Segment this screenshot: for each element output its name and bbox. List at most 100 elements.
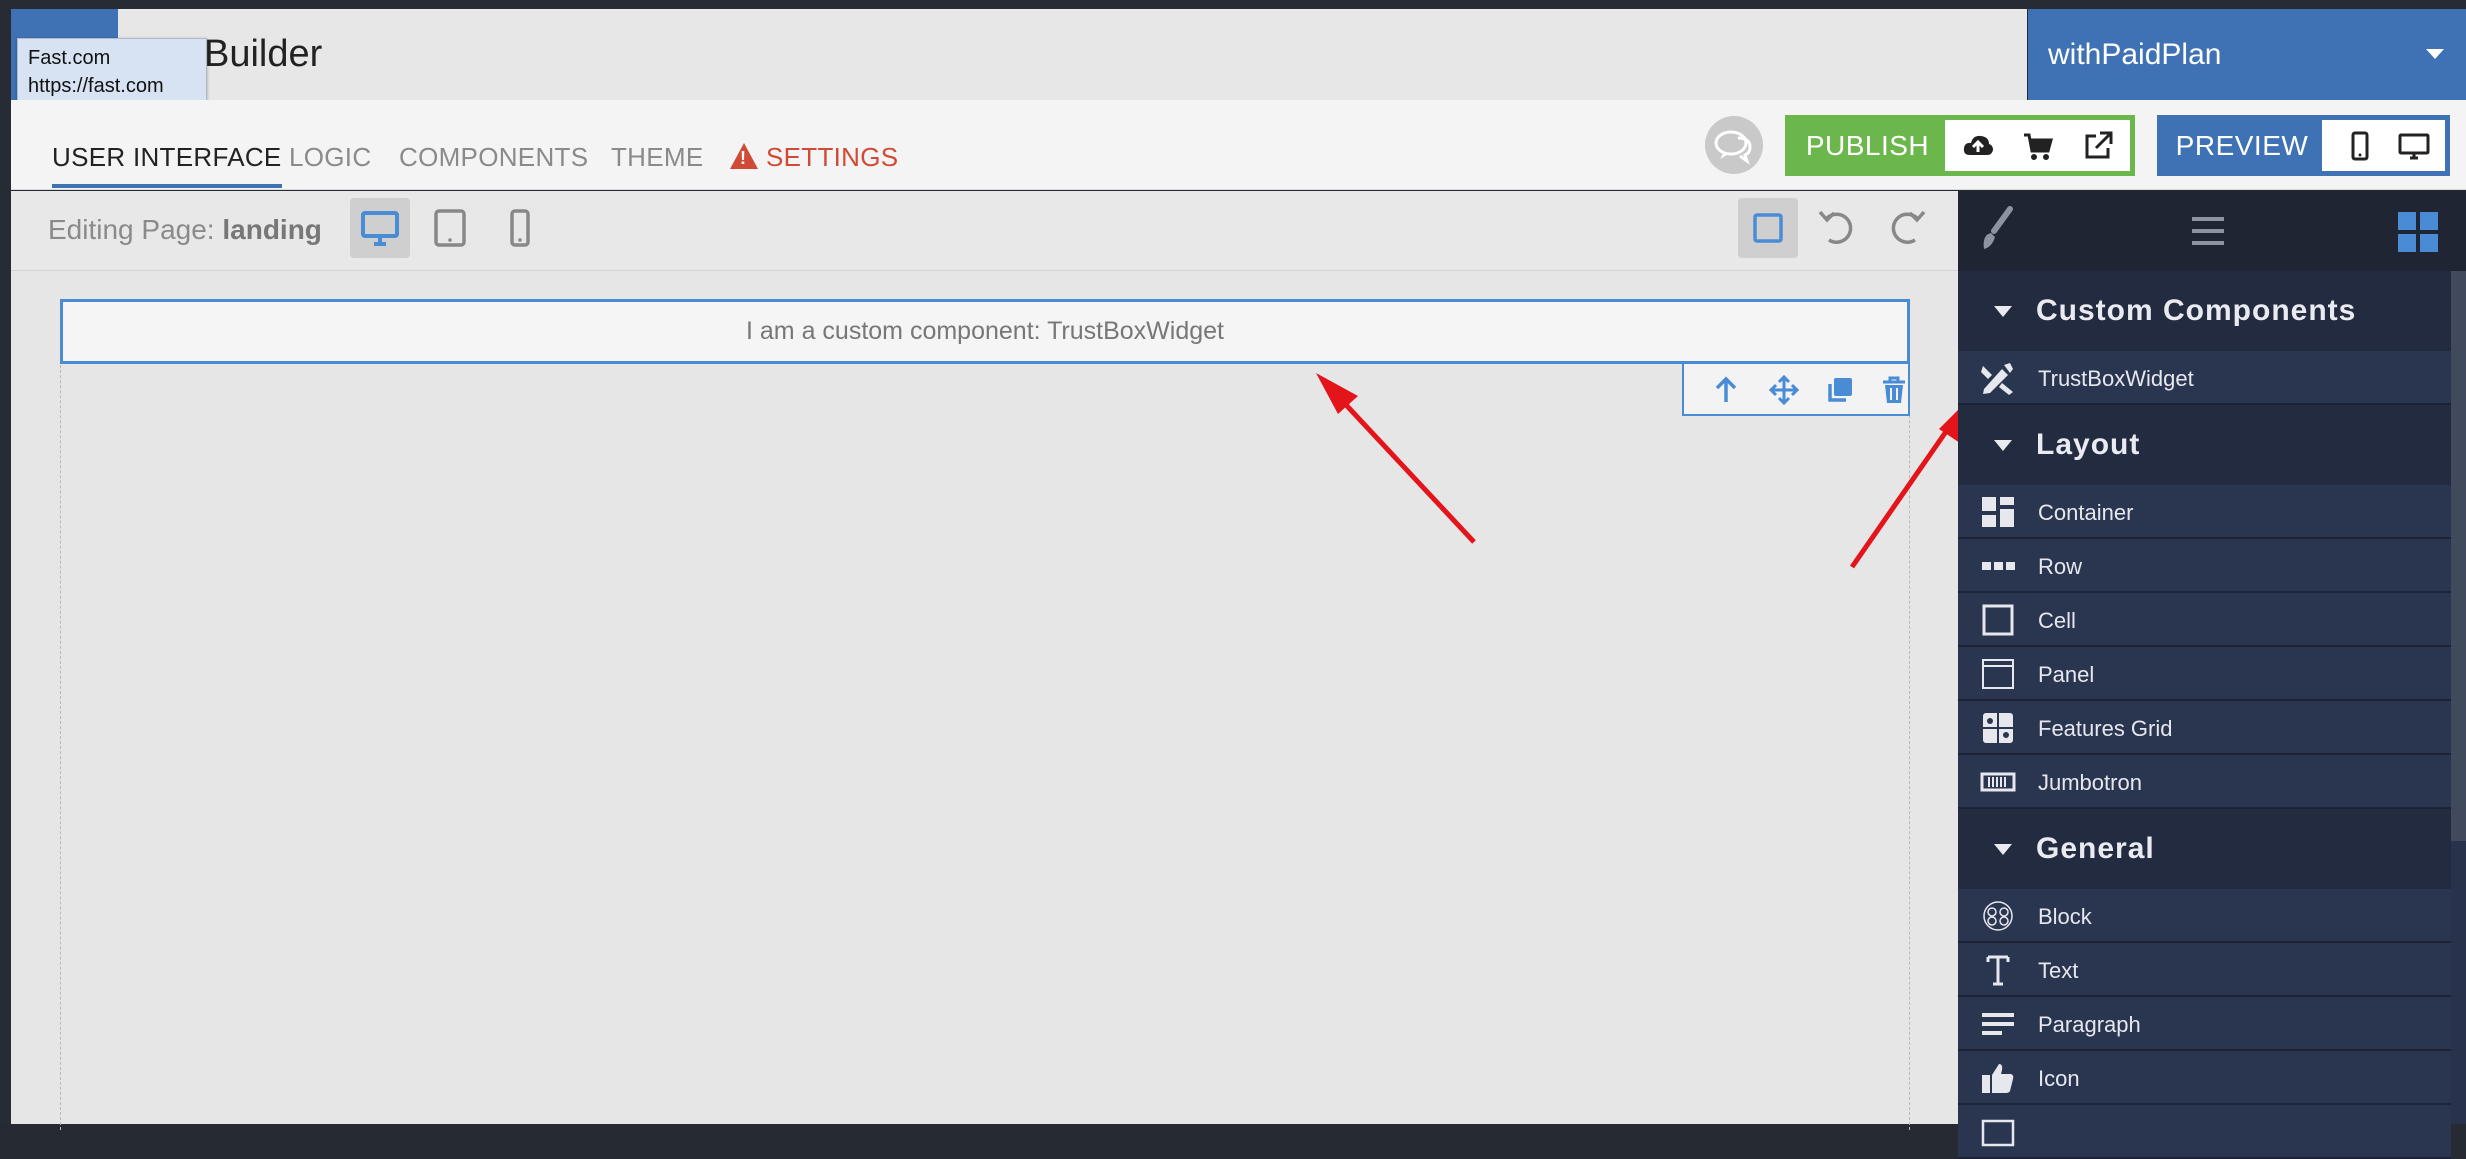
item-label: Row: [2038, 554, 2083, 579]
item-label: Paragraph: [2038, 1012, 2141, 1037]
plan-dropdown[interactable]: withPaidPlan: [2028, 9, 2466, 100]
item-label: Container: [2038, 500, 2134, 525]
page-name: landing: [222, 214, 322, 245]
panel-icon: [1982, 659, 2014, 689]
preview-group: PREVIEW: [2157, 115, 2450, 176]
paragraph-icon: [1982, 1013, 2014, 1035]
component-trustboxwidget[interactable]: TrustBoxWidget: [1958, 351, 2451, 405]
item-label: TrustBoxWidget: [2038, 366, 2194, 391]
editing-prefix: Editing Page:: [48, 214, 215, 245]
page-outline: [60, 300, 1910, 1130]
external-link-icon[interactable]: [2082, 130, 2114, 162]
editing-page-label: Editing Page: landing: [48, 213, 322, 247]
cart-icon[interactable]: [2022, 130, 2054, 162]
sidebar-tab-style[interactable]: [1958, 195, 2038, 267]
group-title: Custom Components: [2036, 294, 2357, 327]
caret-down-icon: [1994, 306, 2012, 317]
publish-button[interactable]: PUBLISH: [1790, 120, 1945, 171]
item-label: Text: [2038, 958, 2079, 983]
group-title: Layout: [2036, 428, 2141, 461]
pencil-ruler-icon: [1981, 363, 2013, 395]
tooltip-url: https://fast.com: [28, 75, 164, 97]
container-icon: [1982, 497, 2014, 527]
features-grid-icon: [1983, 713, 2013, 743]
tablet-view-button[interactable]: [420, 198, 480, 258]
component-actions: [1682, 364, 1910, 416]
component-block[interactable]: Block: [1958, 889, 2451, 943]
paintbrush-icon: [1983, 206, 2013, 249]
desktop-view-button[interactable]: [350, 198, 410, 258]
group-layout[interactable]: Layout: [1958, 405, 2451, 485]
group-title: General: [2036, 832, 2155, 865]
tab-user-interface[interactable]: USER INTERFACE: [52, 140, 282, 188]
chat-button[interactable]: [1705, 116, 1763, 174]
mobile-icon: [510, 209, 530, 247]
caret-down-icon: [1994, 844, 2012, 855]
tab-components[interactable]: COMPONENTS: [399, 140, 588, 188]
window-top-edge: [0, 0, 2466, 9]
component-paragraph[interactable]: Paragraph: [1958, 997, 2451, 1051]
image-icon: [1981, 1119, 2015, 1147]
undo-button[interactable]: [1807, 198, 1867, 258]
list-icon: [2192, 217, 2224, 245]
group-custom-components[interactable]: Custom Components: [1958, 271, 2451, 351]
grid-icon: [2398, 212, 2438, 252]
preview-button[interactable]: PREVIEW: [2162, 120, 2322, 171]
chat-bubbles-icon: [1714, 130, 1752, 165]
sidebar-scrollbar[interactable]: [2451, 271, 2466, 841]
cell-icon: [1982, 604, 2014, 636]
duplicate-icon[interactable]: [1824, 374, 1856, 406]
component-text[interactable]: Text: [1958, 943, 2451, 997]
item-label: Cell: [2038, 608, 2076, 633]
component-panel[interactable]: Panel: [1958, 647, 2451, 701]
square-outline-icon: [1753, 213, 1783, 243]
item-label: Features Grid: [2038, 716, 2173, 741]
caret-down-icon: [1994, 440, 2012, 451]
thumbs-up-icon: [1982, 1064, 2014, 1093]
redo-button[interactable]: [1877, 198, 1937, 258]
desktop-icon[interactable]: [2398, 130, 2430, 162]
desktop-icon: [361, 211, 399, 246]
warning-icon: [730, 143, 758, 169]
arrow-up-icon[interactable]: [1710, 374, 1742, 406]
trash-icon[interactable]: [1878, 374, 1910, 406]
row-icon: [1982, 562, 2015, 570]
sidebar-tab-components[interactable]: [2378, 195, 2458, 267]
tablet-icon: [434, 209, 466, 247]
window-left-edge: [0, 0, 11, 1124]
item-label: Jumbotron: [2038, 770, 2142, 795]
item-label: Icon: [2038, 1066, 2080, 1091]
component-cell[interactable]: Cell: [1958, 593, 2451, 647]
group-general[interactable]: General: [1958, 809, 2451, 889]
tooltip-title: Fast.com: [28, 47, 111, 69]
component-icon[interactable]: Icon: [1958, 1051, 2451, 1105]
tab-logic[interactable]: LOGIC: [289, 140, 371, 188]
chevron-down-icon: [2426, 49, 2444, 59]
undo-icon: [1818, 210, 1853, 244]
component-jumbotron[interactable]: Jumbotron: [1958, 755, 2451, 809]
publish-group: PUBLISH: [1785, 115, 2135, 176]
move-icon[interactable]: [1768, 374, 1800, 406]
app-title: Builder: [204, 33, 323, 75]
outline-toggle-button[interactable]: [1738, 198, 1798, 258]
component-features-grid[interactable]: Features Grid: [1958, 701, 2451, 755]
text-icon: [1986, 955, 2010, 986]
tab-settings-label: SETTINGS: [766, 142, 899, 172]
tab-settings[interactable]: SETTINGS: [730, 140, 898, 188]
item-label: Block: [2038, 904, 2092, 929]
item-label: Panel: [2038, 662, 2095, 687]
block-icon: [1983, 901, 2013, 931]
component-row[interactable]: Row: [1958, 539, 2451, 593]
plan-dropdown-label: withPaidPlan: [2048, 38, 2222, 71]
cloud-upload-icon[interactable]: [1962, 130, 1994, 162]
mobile-icon[interactable]: [2344, 130, 2376, 162]
redo-icon: [1891, 210, 1926, 244]
sidebar-tab-layers[interactable]: [2168, 195, 2248, 267]
tab-theme[interactable]: THEME: [611, 140, 704, 188]
jumbotron-icon: [1980, 772, 2016, 792]
component-next-partial[interactable]: [1958, 1105, 2451, 1159]
link-tooltip: Fast.com https://fast.com: [17, 38, 207, 102]
mobile-view-button[interactable]: [490, 198, 550, 258]
trustbox-widget[interactable]: I am a custom component: TrustBoxWidget: [60, 299, 1910, 364]
component-container[interactable]: Container: [1958, 485, 2451, 539]
